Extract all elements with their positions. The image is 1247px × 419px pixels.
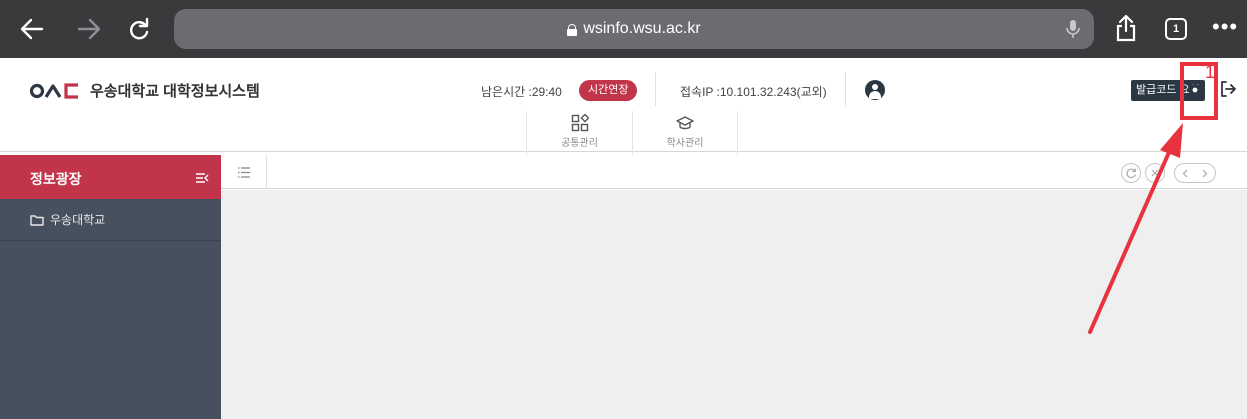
forward-arrow-icon[interactable] <box>74 14 104 44</box>
content-area <box>221 190 1247 419</box>
annotation-number: 1 <box>1205 62 1216 82</box>
reload-icon[interactable] <box>124 14 154 44</box>
grid-icon <box>571 114 589 132</box>
remaining-time: 남은시간 :29:40 <box>481 85 562 99</box>
system-title: 우송대학교 대학정보시스템 <box>90 83 260 100</box>
microphone-icon[interactable] <box>1066 19 1080 44</box>
tabs-count-button[interactable]: 1 <box>1165 18 1187 40</box>
menu-item-label: 학사관리 <box>666 138 704 149</box>
sidebar-tree-label: 우송대학교 <box>50 213 106 227</box>
header-divider <box>845 72 846 106</box>
more-options-icon[interactable]: ••• <box>1212 16 1238 38</box>
user-avatar-icon[interactable] <box>865 80 885 100</box>
sidebar-title: 정보광장 <box>30 171 82 187</box>
chevron-right-icon[interactable] <box>1202 169 1208 178</box>
collapse-menu-icon[interactable] <box>195 171 209 189</box>
lock-icon <box>567 23 578 36</box>
header-divider <box>655 72 656 106</box>
sidebar-tree-item[interactable]: 우송대학교 <box>0 199 221 241</box>
university-logo[interactable]: 우송대학교 대학정보시스템 <box>30 80 260 101</box>
graduation-cap-icon <box>676 116 694 130</box>
back-arrow-icon[interactable] <box>17 14 47 44</box>
chevron-left-icon[interactable] <box>1182 169 1188 178</box>
tab-pager[interactable] <box>1174 163 1216 183</box>
logout-icon[interactable] <box>1220 80 1236 103</box>
extend-time-button[interactable]: 시간연장 <box>579 80 638 101</box>
folder-icon <box>30 214 44 226</box>
url-text: wsinfo.wsu.ac.kr <box>583 20 701 37</box>
content-toolbar <box>221 155 1247 189</box>
sidebar-header: 정보광장 <box>0 155 221 199</box>
refresh-icon[interactable] <box>1121 163 1141 183</box>
menu-item-label: 공통관리 <box>561 138 598 149</box>
share-icon[interactable] <box>1115 14 1137 47</box>
list-toggle-icon[interactable] <box>221 155 267 189</box>
menu-item-common-management[interactable]: 공통관리 <box>526 111 632 155</box>
address-bar[interactable]: wsinfo.wsu.ac.kr <box>174 9 1094 49</box>
access-ip: 접속IP :10.101.32.243(교외) <box>680 85 827 99</box>
menu-item-academic-management[interactable]: 학사관리 <box>632 111 738 155</box>
close-all-icon[interactable] <box>1145 163 1165 183</box>
logo-mark <box>30 82 82 99</box>
